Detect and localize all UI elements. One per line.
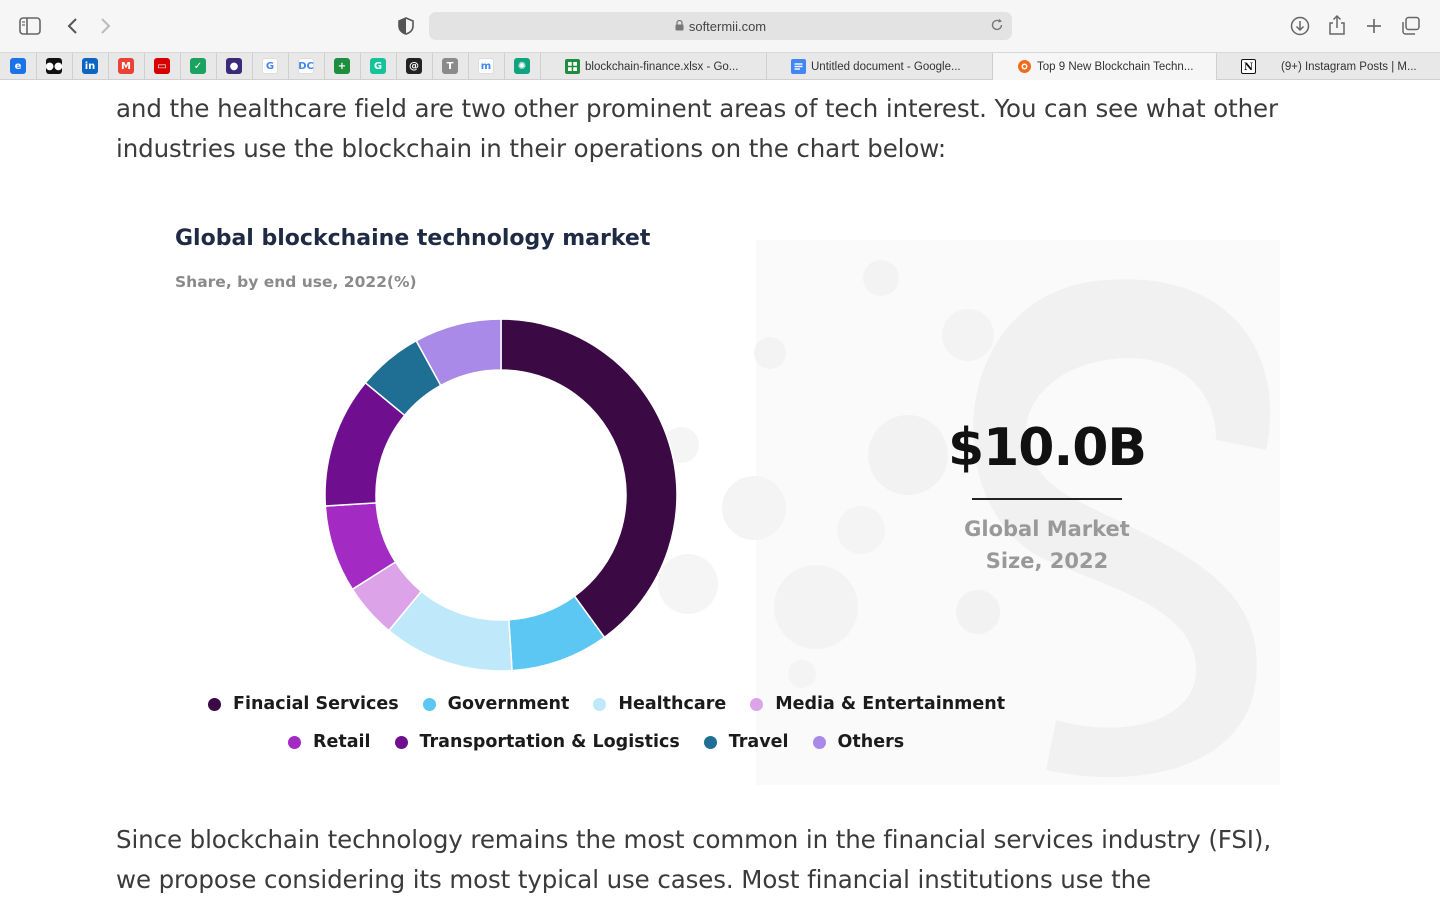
legend-item: Finacial Services [208, 694, 399, 714]
tab-overview-icon[interactable] [1400, 15, 1422, 37]
medium-icon[interactable]: ●● [45, 58, 63, 74]
tab-bar: e ●● in M ▭ ✓ ● G DC + G @ Tm ✺ blockchain-finance.xl… [0, 52, 1440, 80]
chart-legend: Retail Transportation & Logistics Travel Ot… [288, 732, 928, 752]
tab-label: (9+) Instagram Posts | M... [1281, 60, 1417, 73]
red-app-icon[interactable]: ▭ [154, 58, 170, 74]
paragraph-line: Since blockchain technology remains the … [116, 825, 1272, 854]
legend-item: Media & Entertainment [750, 694, 1005, 714]
paragraph-line: we propose considering its most typical … [116, 865, 1151, 894]
svg-text:N: N [1244, 62, 1253, 72]
divider [972, 498, 1122, 500]
legend-item: Transportation & Logistics [394, 732, 680, 752]
address-bar[interactable]: softermii.com [429, 12, 1012, 40]
paragraph-line: industries use the blockchain in their o… [116, 134, 947, 163]
legend-item: Healthcare [593, 694, 726, 714]
purple-app-icon[interactable]: ● [226, 58, 242, 74]
outro-paragraph: Since blockchain technology remains the … [116, 820, 1296, 900]
tab-label: Top 9 New Blockchain Techn... [1037, 60, 1194, 73]
tab-top-9-blockchain[interactable]: Top 9 New Blockchain Techn... [992, 53, 1216, 80]
download-icon[interactable] [1289, 15, 1311, 37]
legend-label: Healthcare [618, 694, 727, 714]
gmail-icon[interactable]: M [118, 58, 134, 74]
share-icon[interactable] [1326, 13, 1348, 37]
legend-item: Others [812, 732, 905, 752]
reload-icon[interactable] [990, 18, 1004, 35]
intro-paragraph: and the healthcare field are two other p… [116, 89, 1296, 169]
market-size-value: $10.0B [947, 418, 1147, 478]
monday-icon[interactable]: m [478, 58, 494, 74]
legend-dot [750, 697, 764, 711]
dc-icon[interactable]: DC [298, 58, 314, 74]
legend-label: Transportation & Logistics [419, 732, 680, 752]
legend-label: Media & Entertainment [775, 694, 1006, 714]
legend-label: Government [447, 694, 570, 714]
privacy-shield-icon[interactable] [396, 15, 416, 37]
edge-icon[interactable]: e [10, 58, 26, 74]
legend-item: Retail [288, 732, 371, 752]
caption-line: Size, 2022 [985, 549, 1109, 573]
market-infographic: Global blockchaine technology market Sha… [116, 200, 1280, 785]
tab-label: blockchain-finance.xlsx - Go... [585, 60, 739, 73]
legend-label: Retail [313, 732, 371, 752]
sidebar-toggle-icon[interactable] [18, 15, 42, 37]
linkedin-icon[interactable]: in [82, 58, 98, 74]
at-icon[interactable]: @ [406, 58, 422, 74]
legend-dot [703, 735, 717, 749]
browser-toolbar: softermii.com [0, 0, 1440, 52]
market-size-caption: Global Market Size, 2022 [929, 513, 1165, 577]
legend-label: Others [837, 732, 905, 752]
chart-title: Global blockchaine technology market [175, 226, 651, 251]
legend-dot [394, 735, 408, 749]
tab-label: Untitled document - Google... [811, 60, 961, 73]
legend-dot [208, 697, 221, 711]
caption-line: Global Market [964, 517, 1130, 541]
new-tab-icon[interactable] [1363, 15, 1385, 37]
t-app-icon[interactable]: T [442, 58, 458, 74]
tab-untitled-document[interactable]: Untitled document - Google... [766, 53, 992, 80]
donut-chart [324, 318, 678, 672]
check-app-icon[interactable]: ✓ [190, 58, 206, 74]
paragraph-line: and the healthcare field are two other p… [116, 94, 1279, 123]
grammarly-icon[interactable]: G [370, 58, 386, 74]
legend-label: Travel [728, 732, 789, 752]
legend-dot [593, 697, 607, 711]
tab-instagram-posts[interactable]: N (9+) Instagram Posts | M... [1216, 53, 1440, 80]
chart-subtitle: Share, by end use, 2022(%) [175, 273, 417, 291]
legend-item: Travel [703, 732, 789, 752]
legend-dot [812, 735, 826, 749]
lock-icon [675, 19, 684, 34]
back-icon[interactable] [62, 15, 82, 37]
web-page: and the healthcare field are two other p… [0, 80, 1440, 900]
notion-icon: N [1241, 59, 1256, 74]
google-docs-icon [791, 59, 806, 74]
sheets-icon[interactable]: + [334, 58, 350, 74]
google-icon[interactable]: G [262, 58, 278, 74]
legend-dot [422, 697, 436, 711]
donut-slice-finacial-services [500, 318, 678, 639]
forward-icon[interactable] [96, 15, 116, 37]
chatgpt-icon[interactable]: ✺ [514, 58, 530, 74]
legend-item: Government [422, 694, 570, 714]
softermii-icon [1017, 59, 1032, 74]
tab-blockchain-finance[interactable]: blockchain-finance.xlsx - Go... [540, 53, 766, 80]
chart-legend: Finacial Services Government Healthcare Med… [208, 694, 1029, 714]
url-text: softermii.com [688, 18, 767, 34]
legend-label: Finacial Services [233, 694, 399, 714]
legend-dot [288, 735, 301, 749]
google-sheets-icon [565, 59, 580, 74]
